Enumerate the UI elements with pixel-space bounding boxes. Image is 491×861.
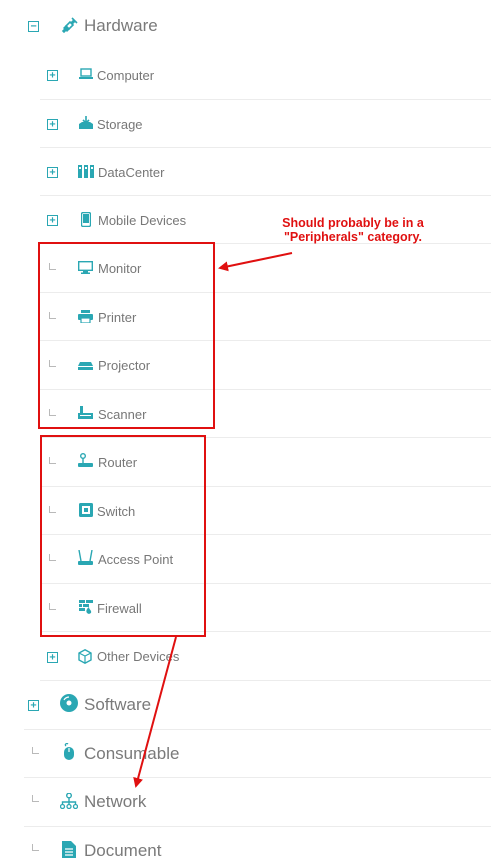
arrow-to-peripherals-box [218,252,293,272]
annotation-arrows [133,252,293,788]
arrow-to-network-node [133,636,177,788]
